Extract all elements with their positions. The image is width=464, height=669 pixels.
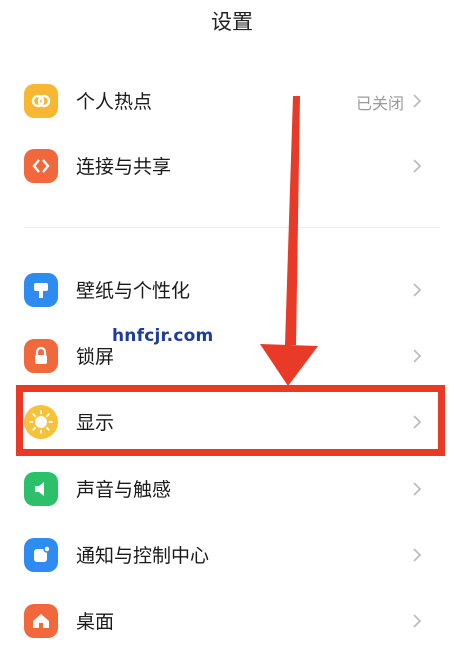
annotation-highlight-box [16, 385, 445, 456]
annotation-arrow-icon [260, 96, 318, 386]
